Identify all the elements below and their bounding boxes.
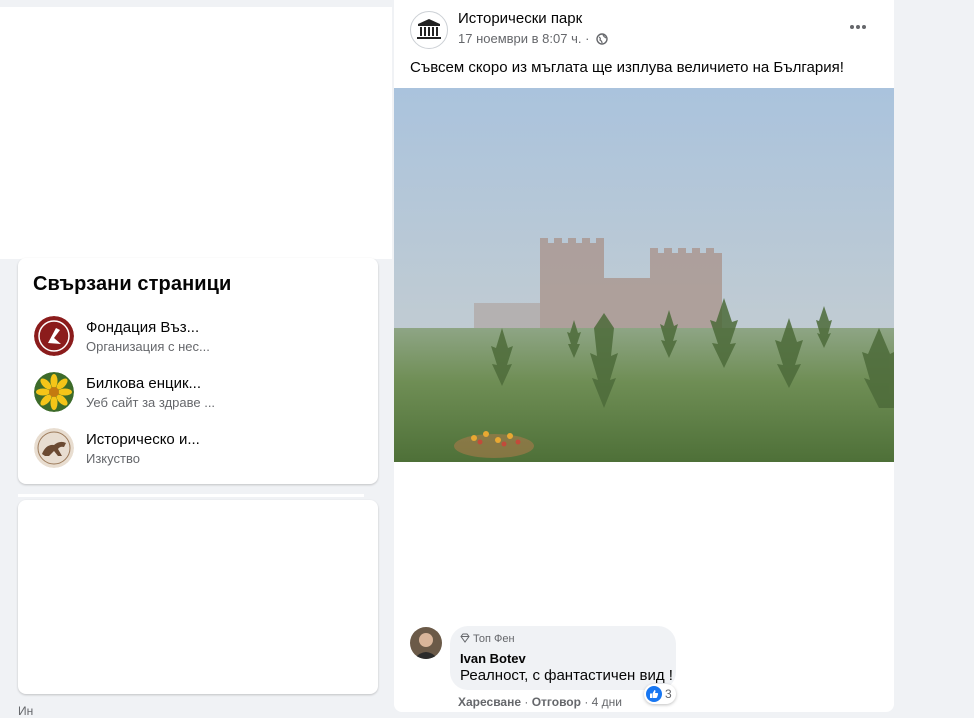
action-separator: · [524, 695, 529, 709]
top-fan-badge: Топ Фен [460, 633, 515, 645]
related-page-item[interactable]: Фондация Въз... Организация с нес... [34, 316, 364, 360]
more-options-icon[interactable] [848, 17, 868, 37]
related-page-name[interactable]: Историческо и... [86, 431, 200, 448]
reply-button[interactable]: Отговор [532, 695, 581, 709]
page-name-link[interactable]: Исторически парк [458, 10, 582, 27]
related-page-item[interactable]: Билкова енцик... Уеб сайт за здраве ... [34, 372, 364, 416]
related-page-name[interactable]: Билкова енцик... [86, 375, 201, 392]
blank-card [18, 500, 378, 694]
comment-actions: Харесване · Отговор · 4 дни [458, 695, 622, 709]
diamond-icon [460, 633, 470, 643]
post-photo[interactable] [394, 88, 894, 462]
related-pages-card: Свързани страници Фондация Въз... Органи… [18, 258, 378, 484]
related-page-avatar[interactable] [34, 316, 74, 356]
like-icon [646, 686, 662, 702]
related-page-category: Уеб сайт за здраве ... [86, 395, 216, 410]
like-button[interactable]: Харесване [458, 695, 521, 709]
related-page-item[interactable]: Историческо и... Изкуство [34, 428, 364, 472]
footer-text-fragment: Ин [18, 704, 34, 718]
comment-bubble: Топ Фен Ivan Botev Реалност, с фантастич… [450, 626, 676, 690]
post-timestamp[interactable]: 17 ноември в 8:07 ч. [458, 31, 581, 46]
related-pages-title: Свързани страници [33, 273, 232, 295]
related-page-category: Изкуство [86, 451, 140, 466]
divider-strip [18, 494, 364, 497]
comment-author[interactable]: Ivan Botev [460, 651, 526, 666]
post-meta: 17 ноември в 8:07 ч. · [458, 31, 608, 48]
related-page-avatar[interactable] [34, 428, 74, 468]
left-blank-area [0, 7, 392, 259]
post-text: Съвсем скоро из мъглата ще изплува велич… [410, 59, 844, 76]
meta-separator: · [585, 31, 590, 46]
post-card: Исторически парк 17 ноември в 8:07 ч. · … [394, 0, 894, 712]
related-page-avatar[interactable] [34, 372, 74, 412]
related-page-category: Организация с нес... [86, 339, 210, 354]
page-avatar[interactable] [410, 11, 448, 49]
comment-time[interactable]: 4 дни [592, 695, 622, 709]
commenter-avatar[interactable] [410, 627, 442, 659]
action-separator: · [584, 695, 589, 709]
comment-text: Реалност, с фантастичен вид ! [460, 667, 673, 684]
badge-label: Топ Фен [473, 633, 515, 645]
reaction-summary[interactable]: 3 [644, 684, 676, 704]
reaction-count: 3 [665, 687, 672, 701]
globe-icon [596, 33, 608, 48]
related-page-name[interactable]: Фондация Въз... [86, 319, 199, 336]
